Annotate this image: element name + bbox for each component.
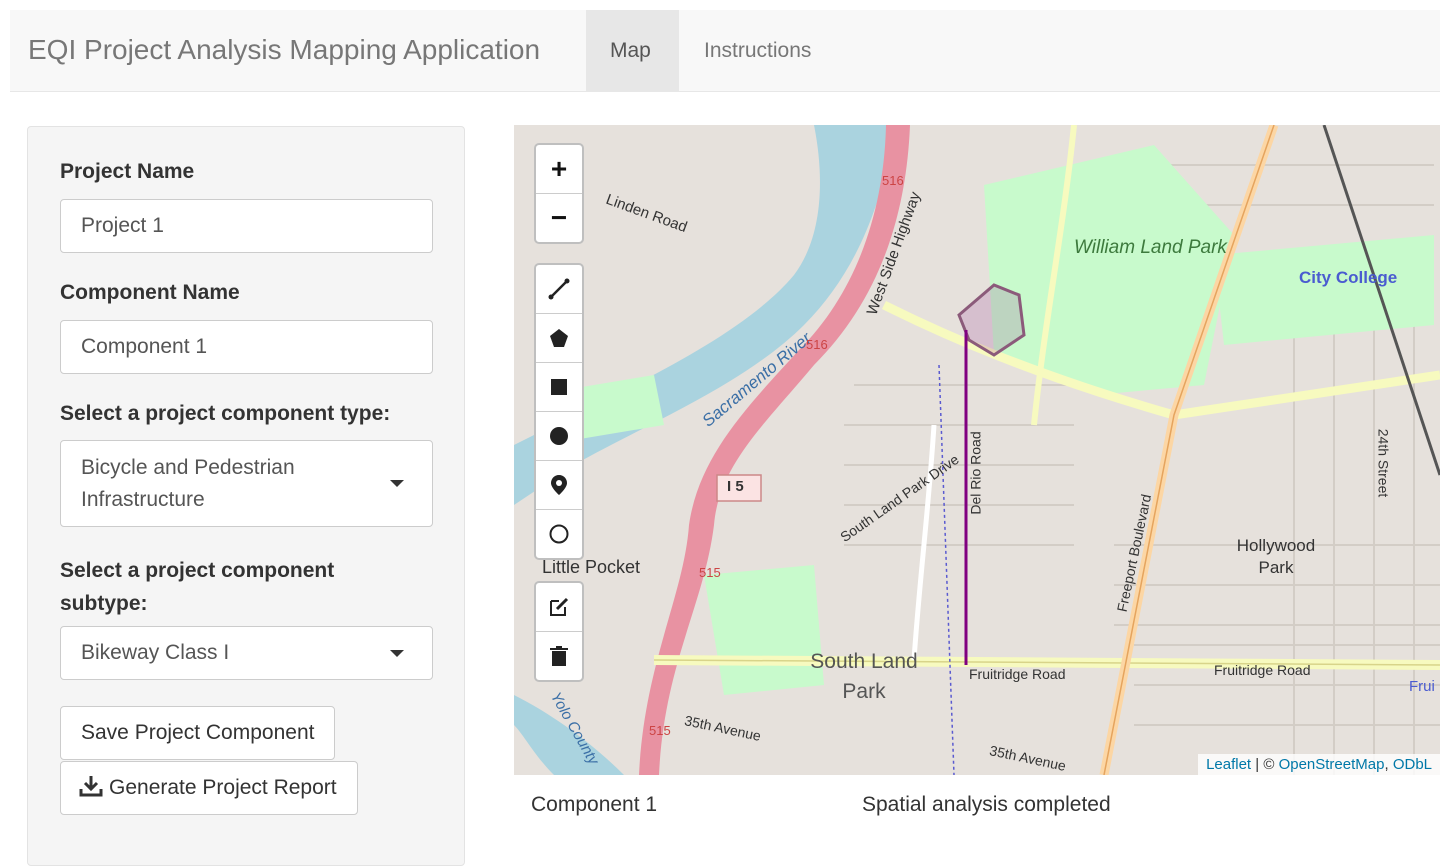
zoom-control: + − [534, 143, 584, 244]
delete-layers-icon[interactable] [536, 632, 582, 680]
draw-toolbar [534, 263, 584, 560]
component-subtype-value: Bikeway Class I [81, 641, 230, 664]
attribution-separator: | © [1251, 756, 1279, 773]
label-24th-street: 24th Street [1375, 428, 1392, 498]
status-message: Spatial analysis completed [862, 793, 1111, 816]
draw-circle-icon[interactable] [536, 412, 582, 461]
tab-instructions[interactable]: Instructions [680, 10, 835, 91]
label-south-land-park: South Land Park [810, 650, 918, 703]
sidebar-panel: Project Name Project 1 Component Name Co… [27, 126, 465, 866]
label-fruitridge-cut: Frui [1409, 678, 1435, 695]
navbar: EQI Project Analysis Mapping Application… [10, 10, 1440, 92]
label-route-516-south: 516 [806, 337, 828, 352]
label-fruitridge-road: Fruitridge Road [969, 666, 1066, 682]
draw-rectangle-icon[interactable] [536, 363, 582, 412]
component-type-label: Select a project component type: [60, 402, 391, 425]
project-name-input[interactable]: Project 1 [60, 199, 433, 253]
edit-toolbar [534, 581, 584, 682]
zoom-out-button[interactable]: − [536, 194, 582, 242]
app-title[interactable]: EQI Project Analysis Mapping Application [28, 34, 540, 66]
label-route-516: 516 [882, 173, 904, 188]
save-component-button[interactable]: Save Project Component [60, 706, 336, 760]
leaflet-link[interactable]: Leaflet [1206, 756, 1251, 773]
label-hollywood-park: Hollywood Park [1236, 536, 1316, 577]
label-i5-shield: I 5 [727, 478, 744, 495]
draw-circlemarker-icon[interactable] [536, 510, 582, 558]
draw-polyline-icon[interactable] [536, 265, 582, 314]
zoom-in-button[interactable]: + [536, 145, 582, 194]
component-type-select[interactable]: Bicycle and Pedestrian Infrastructure [60, 440, 433, 527]
component-subtype-select[interactable]: Bikeway Class I [60, 626, 433, 680]
component-type-value: Bicycle and Pedestrian Infrastructure [81, 456, 295, 511]
map-canvas[interactable]: William Land Park City College Sacrament… [514, 125, 1440, 775]
component-name-input[interactable]: Component 1 [60, 320, 433, 374]
label-fruitridge-road-east: Fruitridge Road [1214, 662, 1311, 678]
tab-map[interactable]: Map [586, 10, 679, 91]
osm-link[interactable]: OpenStreetMap [1279, 756, 1385, 773]
chevron-down-icon [390, 650, 404, 657]
label-little-pocket: Little Pocket [542, 557, 641, 577]
label-del-rio-road: Del Rio Road [967, 431, 984, 515]
draw-marker-icon[interactable] [536, 461, 582, 510]
component-subtype-label: Select a project component subtype: [60, 559, 335, 615]
chevron-down-icon [390, 480, 404, 487]
label-city-college: City College [1299, 268, 1398, 287]
odbl-link[interactable]: ODbL [1393, 756, 1432, 773]
map-attribution: Leaflet | © OpenStreetMap, ODbL [1198, 754, 1440, 775]
label-route-515: 515 [699, 565, 721, 580]
label-route-515-south: 515 [649, 723, 671, 738]
project-name-label: Project Name [60, 160, 195, 183]
label-william-land-park: William Land Park [1074, 237, 1227, 258]
component-name-label: Component Name [60, 281, 240, 304]
generate-report-label: Generate Project Report [109, 776, 337, 799]
download-icon [79, 776, 103, 797]
draw-polygon-icon[interactable] [536, 314, 582, 363]
generate-report-button[interactable]: Generate Project Report [60, 761, 358, 815]
edit-layers-icon[interactable] [536, 583, 582, 632]
status-component: Component 1 [531, 793, 658, 816]
